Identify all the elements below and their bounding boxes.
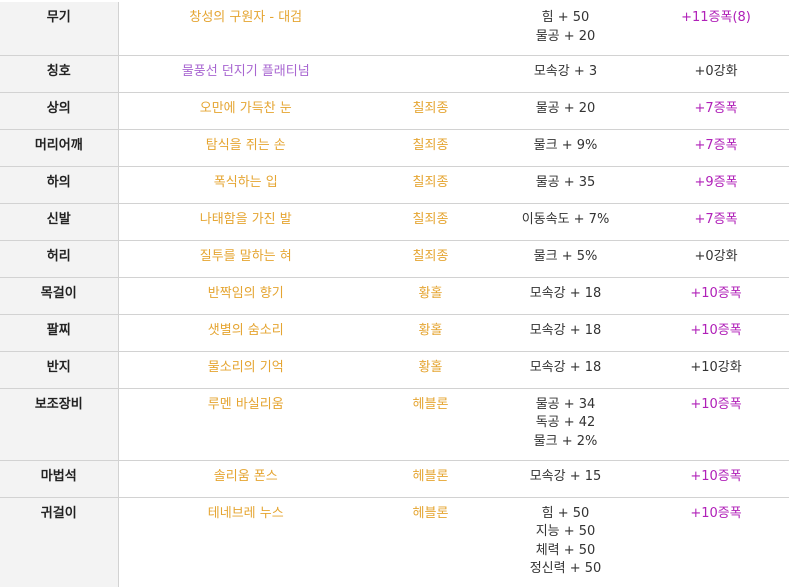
stat-line: 지능 + 50 bbox=[535, 524, 596, 539]
set-name: 황홀 bbox=[373, 313, 488, 351]
slot-label: 목걸이 bbox=[0, 276, 119, 314]
equipment-row: 마법석 솔리움 폰스 헤블론 모속강 + 15 +10증폭 bbox=[0, 459, 789, 497]
slot-label: 신발 bbox=[0, 202, 119, 240]
item-name: 질투를 말하는 혀 bbox=[118, 239, 373, 277]
enhance-level: +0강화 bbox=[643, 54, 789, 92]
set-name: 칠죄종 bbox=[373, 91, 488, 129]
item-stats: 물공 + 20 bbox=[488, 91, 643, 129]
item-name: 루멘 바실리움 bbox=[118, 387, 373, 460]
item-stats: 모속강 + 18 bbox=[488, 313, 643, 351]
item-name: 샛별의 숨소리 bbox=[118, 313, 373, 351]
item-stats: 모속강 + 18 bbox=[488, 276, 643, 314]
equipment-table-body: 무기 창성의 구원자 - 대검 힘 + 50 물공 + 20 +11증폭(8) 칭호 물풍선… bbox=[0, 2, 789, 587]
stat-line: 힘 + 50 bbox=[541, 505, 590, 521]
enhance-level: +10증폭 bbox=[643, 313, 789, 351]
stat-line: 모속강 + 3 bbox=[533, 63, 598, 79]
enhance-level: +10증폭 bbox=[643, 276, 789, 314]
slot-label: 팔찌 bbox=[0, 313, 119, 351]
stat-line: 모속강 + 15 bbox=[529, 468, 602, 484]
slot-label: 허리 bbox=[0, 239, 119, 277]
item-stats: 모속강 + 3 bbox=[488, 54, 643, 92]
enhance-level: +9증폭 bbox=[643, 165, 789, 203]
item-stats: 물크 + 9% bbox=[488, 128, 643, 166]
equipment-row: 팔찌 샛별의 숨소리 황홀 모속강 + 18 +10증폭 bbox=[0, 313, 789, 351]
enhance-level: +7증폭 bbox=[643, 128, 789, 166]
enhance-level: +7증폭 bbox=[643, 202, 789, 240]
equipment-row: 허리 질투를 말하는 혀 칠죄종 물크 + 5% +0강화 bbox=[0, 239, 789, 277]
equipment-row: 보조장비 루멘 바실리움 헤블론 물공 + 34 독공 + 42 물크 + 2% +10증폭 bbox=[0, 387, 789, 460]
set-name: 칠죄종 bbox=[373, 128, 488, 166]
slot-label: 하의 bbox=[0, 165, 119, 203]
item-stats: 물크 + 5% bbox=[488, 239, 643, 277]
equipment-row: 반지 물소리의 기억 황홀 모속강 + 18 +10강화 bbox=[0, 350, 789, 388]
stat-line: 정신력 + 50 bbox=[529, 561, 602, 576]
stat-line: 물공 + 20 bbox=[535, 100, 596, 116]
set-name: 헤블론 bbox=[373, 387, 488, 460]
slot-label: 반지 bbox=[0, 350, 119, 388]
slot-label: 상의 bbox=[0, 91, 119, 129]
item-name: 물풍선 던지기 플래티넘 bbox=[118, 54, 373, 92]
stat-line: 힘 + 50 bbox=[541, 10, 590, 25]
equipment-row: 머리어깨 탐식을 쥐는 손 칠죄종 물크 + 9% +7증폭 bbox=[0, 128, 789, 166]
set-name: 칠죄종 bbox=[373, 165, 488, 203]
item-stats: 물공 + 35 bbox=[488, 165, 643, 203]
enhance-level: +10증폭 bbox=[643, 459, 789, 497]
item-name: 물소리의 기억 bbox=[118, 350, 373, 388]
item-stats: 모속강 + 18 bbox=[488, 350, 643, 388]
set-name: 헤블론 bbox=[373, 496, 488, 587]
item-stats: 물공 + 34 독공 + 42 물크 + 2% bbox=[488, 387, 643, 460]
slot-label: 칭호 bbox=[0, 54, 119, 92]
stat-line: 물크 + 5% bbox=[533, 248, 598, 264]
item-stats: 힘 + 50 물공 + 20 bbox=[488, 2, 643, 55]
slot-label: 귀걸이 bbox=[0, 496, 119, 587]
equipment-row: 신발 나태함을 가진 발 칠죄종 이동속도 + 7% +7증폭 bbox=[0, 202, 789, 240]
item-name: 나태함을 가진 발 bbox=[118, 202, 373, 240]
equipment-row: 귀걸이 테네브레 누스 헤블론 힘 + 50 지능 + 50 체력 + 50 정신력 + 5… bbox=[0, 496, 789, 587]
equipment-row: 칭호 물풍선 던지기 플래티넘 모속강 + 3 +0강화 bbox=[0, 54, 789, 92]
slot-label: 보조장비 bbox=[0, 387, 119, 460]
item-name: 창성의 구원자 - 대검 bbox=[189, 10, 303, 25]
set-name: 칠죄종 bbox=[373, 202, 488, 240]
item-stats: 힘 + 50 지능 + 50 체력 + 50 정신력 + 50 bbox=[488, 496, 643, 587]
set-name bbox=[373, 54, 488, 92]
item-name: 오만에 가득찬 눈 bbox=[118, 91, 373, 129]
enhance-level: +10강화 bbox=[643, 350, 789, 388]
set-name: 칠죄종 bbox=[373, 239, 488, 277]
stat-line: 물크 + 9% bbox=[533, 137, 598, 153]
stat-line: 물공 + 34 bbox=[535, 396, 596, 412]
enhance-level: +11증폭(8) bbox=[681, 10, 751, 25]
slot-label: 무기 bbox=[0, 2, 119, 55]
item-name: 반짝임의 향기 bbox=[118, 276, 373, 314]
equipment-row: 하의 폭식하는 입 칠죄종 물공 + 35 +9증폭 bbox=[0, 165, 789, 203]
item-stats: 모속강 + 15 bbox=[488, 459, 643, 497]
stat-line: 물공 + 20 bbox=[535, 28, 596, 44]
enhance-level: +0강화 bbox=[643, 239, 789, 277]
stat-line: 모속강 + 18 bbox=[529, 322, 602, 338]
set-name: 황홀 bbox=[373, 276, 488, 314]
item-name: 탐식을 쥐는 손 bbox=[118, 128, 373, 166]
stat-line: 독공 + 42 bbox=[535, 415, 596, 430]
enhance-level: +10증폭 bbox=[643, 387, 789, 460]
slot-label: 마법석 bbox=[0, 459, 119, 497]
enhance-level: +7증폭 bbox=[643, 91, 789, 129]
item-name: 솔리움 폰스 bbox=[118, 459, 373, 497]
equipment-row: 상의 오만에 가득찬 눈 칠죄종 물공 + 20 +7증폭 bbox=[0, 91, 789, 129]
set-name: 황홀 bbox=[373, 350, 488, 388]
set-name: 헤블론 bbox=[373, 459, 488, 497]
item-name: 테네브레 누스 bbox=[118, 496, 373, 587]
item-stats: 이동속도 + 7% bbox=[488, 202, 643, 240]
stat-line: 모속강 + 18 bbox=[529, 359, 602, 375]
enhance-level: +10증폭 bbox=[643, 496, 789, 587]
item-name: 폭식하는 입 bbox=[118, 165, 373, 203]
equipment-table: 무기 창성의 구원자 - 대검 힘 + 50 물공 + 20 +11증폭(8) 칭호 물풍선… bbox=[0, 2, 789, 587]
equipment-row: 목걸이 반짝임의 향기 황홀 모속강 + 18 +10증폭 bbox=[0, 276, 789, 314]
slot-label: 머리어깨 bbox=[0, 128, 119, 166]
equipment-row: 무기 창성의 구원자 - 대검 힘 + 50 물공 + 20 +11증폭(8) bbox=[0, 2, 789, 55]
stat-line: 물크 + 2% bbox=[533, 433, 598, 449]
stat-line: 모속강 + 18 bbox=[529, 285, 602, 301]
set-name bbox=[373, 2, 488, 55]
stat-line: 이동속도 + 7% bbox=[521, 211, 610, 227]
stat-line: 체력 + 50 bbox=[535, 542, 596, 558]
stat-line: 물공 + 35 bbox=[535, 174, 596, 190]
